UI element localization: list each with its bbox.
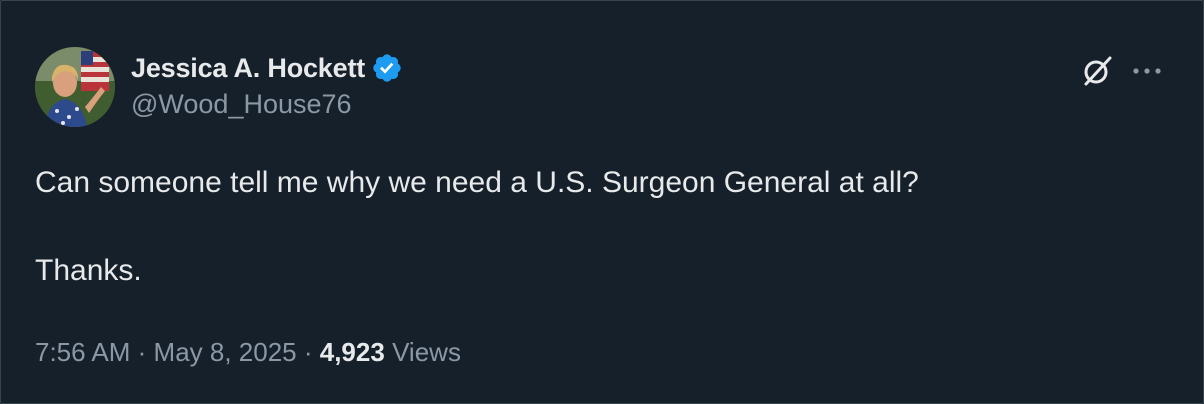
- tweet-date[interactable]: May 8, 2025: [154, 337, 297, 367]
- meta-separator-2: ·: [303, 337, 320, 367]
- tweet-line-break: [35, 205, 1155, 249]
- tweet-time[interactable]: 7:56 AM: [35, 337, 130, 367]
- tweet-line-2: Thanks.: [35, 254, 142, 287]
- author-name[interactable]: Jessica A. Hockett: [131, 53, 365, 84]
- tweet-text: Can someone tell me why we need a U.S. S…: [35, 161, 1155, 293]
- meta-separator-1: ·: [137, 337, 154, 367]
- grok-button[interactable]: [1077, 51, 1117, 91]
- author-name-row[interactable]: Jessica A. Hockett: [131, 51, 403, 85]
- author-handle[interactable]: @Wood_House76: [131, 89, 352, 120]
- more-icon: [1133, 68, 1161, 74]
- avatar[interactable]: [35, 47, 115, 127]
- grok-icon: [1084, 56, 1112, 86]
- tweet-meta: 7:56 AM · May 8, 2025 · 4,923 Views: [35, 337, 461, 368]
- avatar-image: [35, 47, 115, 127]
- tweet-line-1: Can someone tell me why we need a U.S. S…: [35, 166, 919, 199]
- verified-badge-icon[interactable]: [371, 52, 403, 84]
- tweet-card: Jessica A. Hockett @Wood_House76 Can som…: [0, 0, 1204, 404]
- views-count: 4,923: [319, 337, 385, 367]
- views-label: Views: [392, 337, 461, 367]
- more-options-button[interactable]: [1127, 51, 1167, 91]
